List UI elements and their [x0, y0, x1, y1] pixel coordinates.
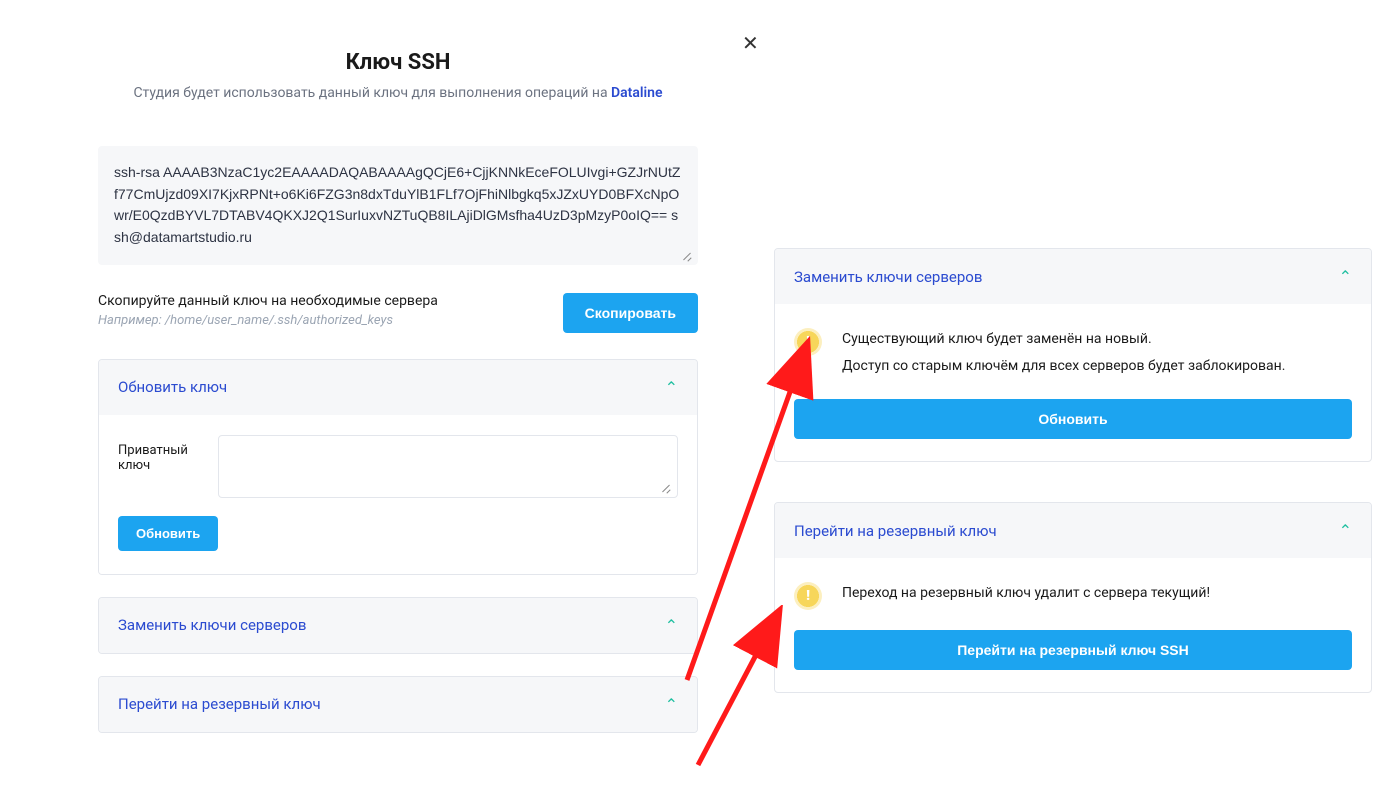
- copy-label: Скопируйте данный ключ на необходимые се…: [98, 293, 563, 309]
- accordion-backup-key: Перейти на резервный ключ ⌃: [98, 676, 698, 733]
- subtitle-prefix: Студия будет использовать данный ключ дл…: [133, 85, 611, 101]
- chevron-up-icon: ⌃: [1339, 521, 1352, 540]
- chevron-up-icon: ⌃: [1339, 267, 1352, 286]
- accordion-replace-keys: Заменить ключи серверов ⌃: [98, 597, 698, 654]
- accordion-backup-expanded: Перейти на резервный ключ ⌃ ! Переход на…: [774, 502, 1372, 693]
- accordion-header-replace[interactable]: Заменить ключи серверов ⌃: [99, 598, 697, 653]
- alert-line2: Доступ со старым ключём для всех серверо…: [842, 358, 1285, 374]
- resize-handle-icon[interactable]: [659, 481, 671, 493]
- close-icon[interactable]: ✕: [742, 33, 759, 53]
- accordion-title-backup: Перейти на резервный ключ: [118, 695, 321, 713]
- subtitle-brand: Dataline: [611, 85, 663, 101]
- accordion-title-update: Обновить ключ: [118, 378, 227, 396]
- chevron-up-icon: ⌃: [665, 616, 678, 635]
- warning-icon: !: [794, 582, 822, 610]
- accordion-body-update: Приватный ключ Обновить: [99, 415, 697, 574]
- accordion-header-replace-right[interactable]: Заменить ключи серверов ⌃: [775, 249, 1371, 304]
- accordion-header-update[interactable]: Обновить ключ ⌃: [99, 360, 697, 415]
- copy-row: Скопируйте данный ключ на необходимые се…: [98, 293, 698, 333]
- private-key-textarea[interactable]: [218, 435, 678, 498]
- right-panel: Заменить ключи серверов ⌃ ! Существующий…: [774, 248, 1372, 733]
- update-key-button[interactable]: Обновить: [118, 516, 218, 551]
- accordion-replace-expanded: Заменить ключи серверов ⌃ ! Существующий…: [774, 248, 1372, 462]
- left-panel: Ключ SSH Студия будет использовать данны…: [98, 50, 698, 755]
- accordion-update-key: Обновить ключ ⌃ Приватный ключ Обновить: [98, 359, 698, 575]
- arrow-annotation-2: [688, 605, 788, 775]
- accordion-title-replace-right: Заменить ключи серверов: [794, 268, 982, 286]
- chevron-up-icon: ⌃: [665, 378, 678, 397]
- accordion-body-backup-right: ! Переход на резервный ключ удалит с сер…: [775, 558, 1371, 692]
- alert-backup: ! Переход на резервный ключ удалит с сер…: [794, 580, 1352, 610]
- resize-handle-icon[interactable]: [680, 249, 692, 261]
- accordion-header-backup-right[interactable]: Перейти на резервный ключ ⌃: [775, 503, 1371, 558]
- accordion-title-replace: Заменить ключи серверов: [118, 616, 306, 634]
- page-subtitle: Студия будет использовать данный ключ дл…: [98, 85, 698, 101]
- accordion-body-replace-right: ! Существующий ключ будет заменён на нов…: [775, 304, 1371, 461]
- alert-text-backup: Переход на резервный ключ удалит с серве…: [842, 580, 1352, 607]
- ssh-key-value: ssh-rsa AAAAB3NzaC1yc2EAAAADAQABAAAAgQCj…: [114, 164, 680, 245]
- alert-line1: Существующий ключ будет заменён на новый…: [842, 331, 1152, 347]
- form-row-private-key: Приватный ключ: [118, 435, 678, 498]
- alert-text-replace: Существующий ключ будет заменён на новый…: [842, 326, 1352, 379]
- alert-replace: ! Существующий ключ будет заменён на нов…: [794, 326, 1352, 379]
- backup-switch-button[interactable]: Перейти на резервный ключ SSH: [794, 630, 1352, 670]
- warning-icon: !: [794, 328, 822, 356]
- accordion-header-backup[interactable]: Перейти на резервный ключ ⌃: [99, 677, 697, 732]
- ssh-key-textarea[interactable]: ssh-rsa AAAAB3NzaC1yc2EAAAADAQABAAAAgQCj…: [98, 146, 698, 265]
- copy-button[interactable]: Скопировать: [563, 293, 698, 333]
- page-title: Ключ SSH: [98, 50, 698, 75]
- copy-info: Скопируйте данный ключ на необходимые се…: [98, 293, 563, 328]
- accordion-title-backup-right: Перейти на резервный ключ: [794, 522, 997, 540]
- private-key-label: Приватный ключ: [118, 435, 200, 473]
- chevron-up-icon: ⌃: [665, 695, 678, 714]
- replace-update-button[interactable]: Обновить: [794, 399, 1352, 439]
- copy-example: Например: /home/user_name/.ssh/authorize…: [98, 313, 563, 328]
